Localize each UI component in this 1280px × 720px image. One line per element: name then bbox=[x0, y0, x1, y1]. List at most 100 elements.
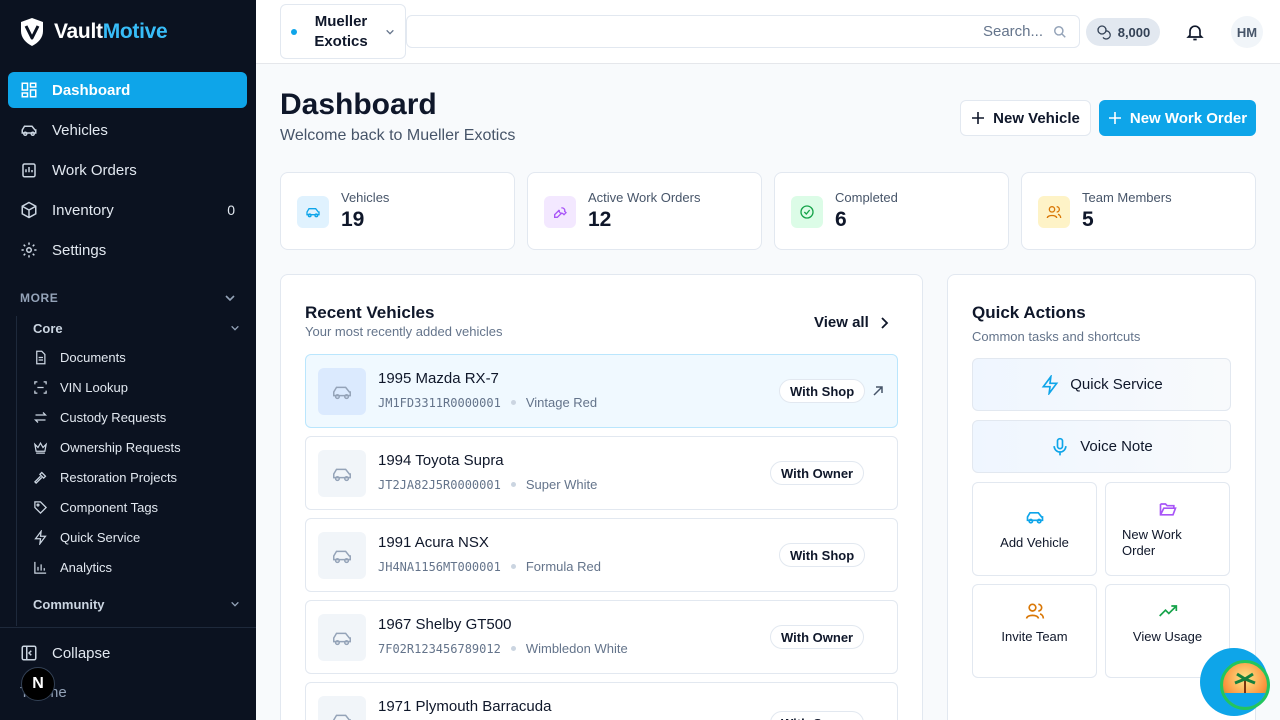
check-circle-icon bbox=[791, 196, 823, 228]
core-group-toggle[interactable]: Core bbox=[17, 316, 248, 340]
dev-tools-badge[interactable]: N bbox=[21, 667, 55, 701]
new-vehicle-button[interactable]: New Vehicle bbox=[960, 100, 1091, 136]
invite-team-button[interactable]: Invite Team bbox=[972, 584, 1097, 678]
vehicle-meta: JT2JA82J5R0000001 Super White bbox=[378, 477, 597, 492]
nav-item-vehicles[interactable]: Vehicles bbox=[8, 112, 247, 148]
chart-icon bbox=[34, 561, 47, 574]
bell-icon[interactable] bbox=[1185, 22, 1205, 42]
add-vehicle-button[interactable]: Add Vehicle bbox=[972, 482, 1097, 576]
separator-dot bbox=[510, 482, 516, 487]
view-all-link[interactable]: View all bbox=[814, 314, 889, 331]
vehicle-meta: 7F02R123456789012 Wimbledon White bbox=[378, 641, 628, 656]
nav-item-dashboard[interactable]: Dashboard bbox=[8, 72, 247, 108]
vehicle-row[interactable]: 1971 Plymouth Barracuda With Owner bbox=[305, 682, 898, 720]
recent-vehicles-title: Recent Vehicles bbox=[305, 303, 435, 322]
sub-item-custody-requests[interactable]: Custody Requests bbox=[17, 402, 248, 432]
new-work-order-tile[interactable]: New Work Order bbox=[1105, 482, 1230, 576]
page-subtitle: Welcome back to Mueller Exotics bbox=[280, 127, 516, 144]
credits-value: 8,000 bbox=[1117, 24, 1151, 40]
main-nav: Dashboard Vehicles Work Orders Inventory… bbox=[8, 72, 247, 272]
status-badge: With Shop bbox=[779, 379, 866, 403]
external-link-icon[interactable] bbox=[871, 384, 885, 398]
car-icon bbox=[318, 532, 366, 579]
status-badge: With Owner bbox=[770, 461, 865, 485]
chevron-down-icon bbox=[225, 295, 235, 302]
separator-dot bbox=[510, 400, 516, 405]
core-label: Core bbox=[33, 320, 63, 336]
nav-item-work-orders[interactable]: Work Orders bbox=[8, 152, 247, 188]
stat-card-vehicles[interactable]: Vehicles 19 bbox=[280, 172, 515, 250]
car-icon bbox=[21, 125, 37, 136]
sub-item-analytics[interactable]: Analytics bbox=[17, 552, 248, 582]
nav-item-settings[interactable]: Settings bbox=[8, 232, 247, 268]
nav-label: Vehicles bbox=[52, 121, 108, 139]
brand-logo[interactable]: VaultMotive bbox=[20, 16, 168, 48]
plus-icon bbox=[972, 112, 985, 124]
sub-item-restoration-projects[interactable]: Restoration Projects bbox=[17, 462, 248, 492]
brand-name: VaultMotive bbox=[54, 20, 168, 43]
assistant-avatar-icon[interactable] bbox=[1220, 660, 1270, 710]
community-label: Community bbox=[33, 596, 105, 612]
button-label: New Work Order bbox=[1129, 109, 1248, 127]
organization-selector[interactable]: Mueller Exotics bbox=[280, 4, 406, 59]
users-icon bbox=[1038, 196, 1070, 228]
button-label: Quick Service bbox=[1070, 376, 1163, 393]
clipboard-icon bbox=[22, 163, 36, 178]
vehicle-meta: JM1FD3311R0000001 Vintage Red bbox=[378, 395, 597, 410]
vehicle-color: Formula Red bbox=[525, 559, 601, 574]
sidebar-collapse-icon bbox=[21, 645, 37, 661]
sub-item-vin-lookup[interactable]: VIN Lookup bbox=[17, 372, 248, 402]
community-group-toggle[interactable]: Community bbox=[17, 592, 248, 616]
view-all-label: View all bbox=[814, 314, 869, 331]
sub-item-label: Quick Service bbox=[60, 529, 141, 545]
stat-value: 12 bbox=[588, 208, 612, 231]
sub-item-documents[interactable]: Documents bbox=[17, 342, 248, 372]
nav-item-inventory[interactable]: Inventory 0 bbox=[8, 192, 247, 228]
separator-dot bbox=[510, 646, 516, 651]
stat-label: Vehicles bbox=[341, 190, 390, 205]
stat-card-active-work-orders[interactable]: Active Work Orders 12 bbox=[527, 172, 762, 250]
vehicle-row[interactable]: 1994 Toyota Supra JT2JA82J5R0000001 Super… bbox=[305, 436, 898, 510]
sub-item-quick-service[interactable]: Quick Service bbox=[17, 522, 248, 552]
car-icon bbox=[318, 696, 366, 720]
sub-item-component-tags[interactable]: Component Tags bbox=[17, 492, 248, 522]
search-input[interactable]: Search... bbox=[406, 15, 1080, 48]
page-title: Dashboard bbox=[280, 88, 437, 121]
status-badge: With Shop bbox=[779, 543, 866, 567]
vehicle-vin: 7F02R123456789012 bbox=[378, 641, 501, 656]
tag-icon bbox=[34, 500, 48, 514]
collapse-button[interactable]: Collapse bbox=[20, 644, 110, 662]
palm-island-icon bbox=[1223, 672, 1267, 707]
stat-value: 19 bbox=[341, 208, 365, 231]
gear-icon bbox=[21, 242, 37, 258]
voice-note-button[interactable]: Voice Note bbox=[972, 420, 1231, 473]
car-icon bbox=[1026, 512, 1044, 524]
vehicle-name: 1991 Acura NSX bbox=[378, 534, 489, 551]
sub-item-label: Restoration Projects bbox=[60, 469, 178, 485]
sub-item-ownership-requests[interactable]: Ownership Requests bbox=[17, 432, 248, 462]
sub-item-label: Documents bbox=[60, 349, 126, 365]
new-work-order-button[interactable]: New Work Order bbox=[1099, 100, 1256, 136]
vehicle-row[interactable]: 1995 Mazda RX-7 JM1FD3311R0000001 Vintage… bbox=[305, 354, 898, 428]
nav-label: Dashboard bbox=[52, 81, 131, 99]
more-label: MORE bbox=[20, 291, 59, 305]
vehicle-vin: JH4NA1156MT000001 bbox=[378, 559, 501, 574]
user-avatar[interactable]: HM bbox=[1231, 16, 1263, 48]
vehicle-name: 1971 Plymouth Barracuda bbox=[378, 698, 552, 715]
vehicle-color: Super White bbox=[525, 477, 598, 492]
stat-label: Team Members bbox=[1082, 190, 1172, 205]
plus-icon bbox=[1108, 112, 1121, 124]
credits-badge[interactable]: 8,000 bbox=[1086, 18, 1160, 46]
vehicle-row[interactable]: 1991 Acura NSX JH4NA1156MT000001 Formula … bbox=[305, 518, 898, 592]
more-section-toggle[interactable]: MORE bbox=[20, 288, 236, 308]
nav-label: Inventory bbox=[52, 201, 114, 219]
stat-card-completed[interactable]: Completed 6 bbox=[774, 172, 1009, 250]
core-group: Core Documents VIN Lookup Custody Reques… bbox=[16, 316, 248, 626]
nav-label: Work Orders bbox=[52, 161, 137, 179]
vehicle-row[interactable]: 1967 Shelby GT500 7F02R123456789012 Wimbl… bbox=[305, 600, 898, 674]
stat-card-team-members[interactable]: Team Members 5 bbox=[1021, 172, 1256, 250]
tile-label: Add Vehicle bbox=[1000, 535, 1069, 550]
vehicle-color: Wimbledon White bbox=[525, 641, 628, 656]
quick-service-button[interactable]: Quick Service bbox=[972, 358, 1231, 411]
stat-label: Completed bbox=[835, 190, 898, 205]
